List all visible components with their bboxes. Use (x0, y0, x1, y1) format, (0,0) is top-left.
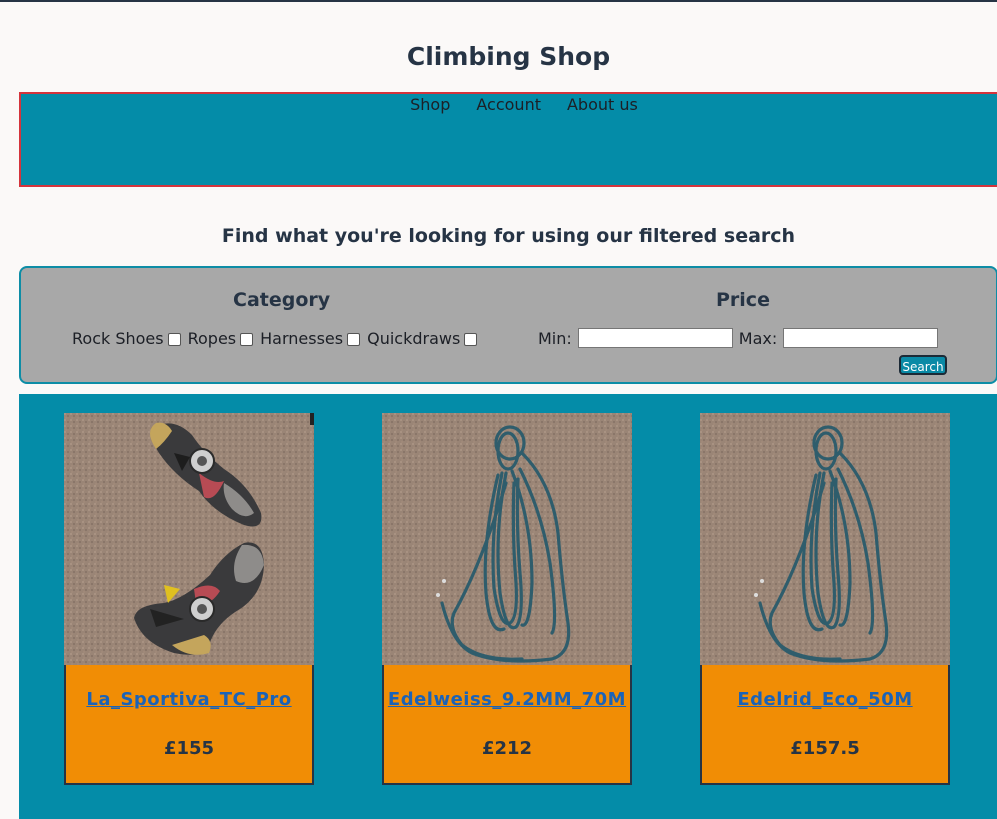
site-title: Climbing Shop (406, 42, 611, 71)
rope-image[interactable] (700, 413, 950, 665)
top-rule (0, 0, 997, 2)
nav-item-shop[interactable]: Shop (410, 95, 450, 115)
nav-links: Shop Account About us (21, 95, 997, 115)
search-heading: Find what you're looking for using our f… (221, 225, 796, 247)
product-link[interactable]: La_Sportiva_TC_Pro (66, 689, 312, 710)
category-option-rock-shoes[interactable]: Rock Shoes (72, 329, 181, 348)
max-price-input[interactable] (783, 328, 939, 348)
nav-item-account[interactable]: Account (476, 95, 541, 115)
category-option-ropes[interactable]: Ropes (188, 329, 254, 348)
main-navbar: Shop Account About us (19, 92, 997, 187)
min-price-label: Min: (538, 328, 572, 348)
quickdraws-checkbox[interactable] (464, 333, 478, 346)
ropes-checkbox[interactable] (240, 333, 254, 346)
category-title: Category (233, 289, 331, 311)
category-option-harnesses[interactable]: Harnesses (260, 329, 361, 348)
category-option-quickdraws[interactable]: Quickdraws (367, 329, 478, 348)
product-link[interactable]: Edelrid_Eco_50M (702, 689, 948, 710)
category-label-ropes: Ropes (187, 329, 237, 348)
category-label-quickdraws: Quickdraws (367, 329, 461, 348)
harnesses-checkbox[interactable] (347, 333, 361, 346)
nav-item-about-us[interactable]: About us (567, 95, 638, 115)
rock-shoes-checkbox[interactable] (167, 333, 181, 346)
category-label-harnesses: Harnesses (260, 329, 344, 348)
rope-image[interactable] (382, 413, 632, 665)
product-link[interactable]: Edelweiss_9.2MM_70M (384, 689, 630, 710)
category-label-rock-shoes: Rock Shoes (72, 329, 164, 348)
product-price: £212 (481, 738, 533, 759)
price-range: Min: Max: (538, 328, 944, 348)
filter-panel: Category Price Rock Shoes Ropes Harnesse… (19, 266, 997, 384)
product-grid: La_Sportiva_TC_Pro £155 Edelweiss_9.2MM_… (19, 394, 997, 819)
price-title: Price (716, 289, 770, 311)
category-options: Rock Shoes Ropes Harnesses Quickdraws (72, 329, 484, 348)
product-card: La_Sportiva_TC_Pro £155 (64, 413, 314, 785)
min-price-input[interactable] (577, 328, 733, 348)
product-card: Edelweiss_9.2MM_70M £212 (382, 413, 632, 785)
max-price-label: Max: (738, 328, 778, 348)
product-price: £155 (163, 738, 215, 759)
search-button[interactable]: Search (899, 355, 947, 375)
product-price: £157.5 (790, 738, 860, 759)
product-card: Edelrid_Eco_50M £157.5 (700, 413, 950, 785)
climbing-shoes-image[interactable] (64, 413, 314, 665)
